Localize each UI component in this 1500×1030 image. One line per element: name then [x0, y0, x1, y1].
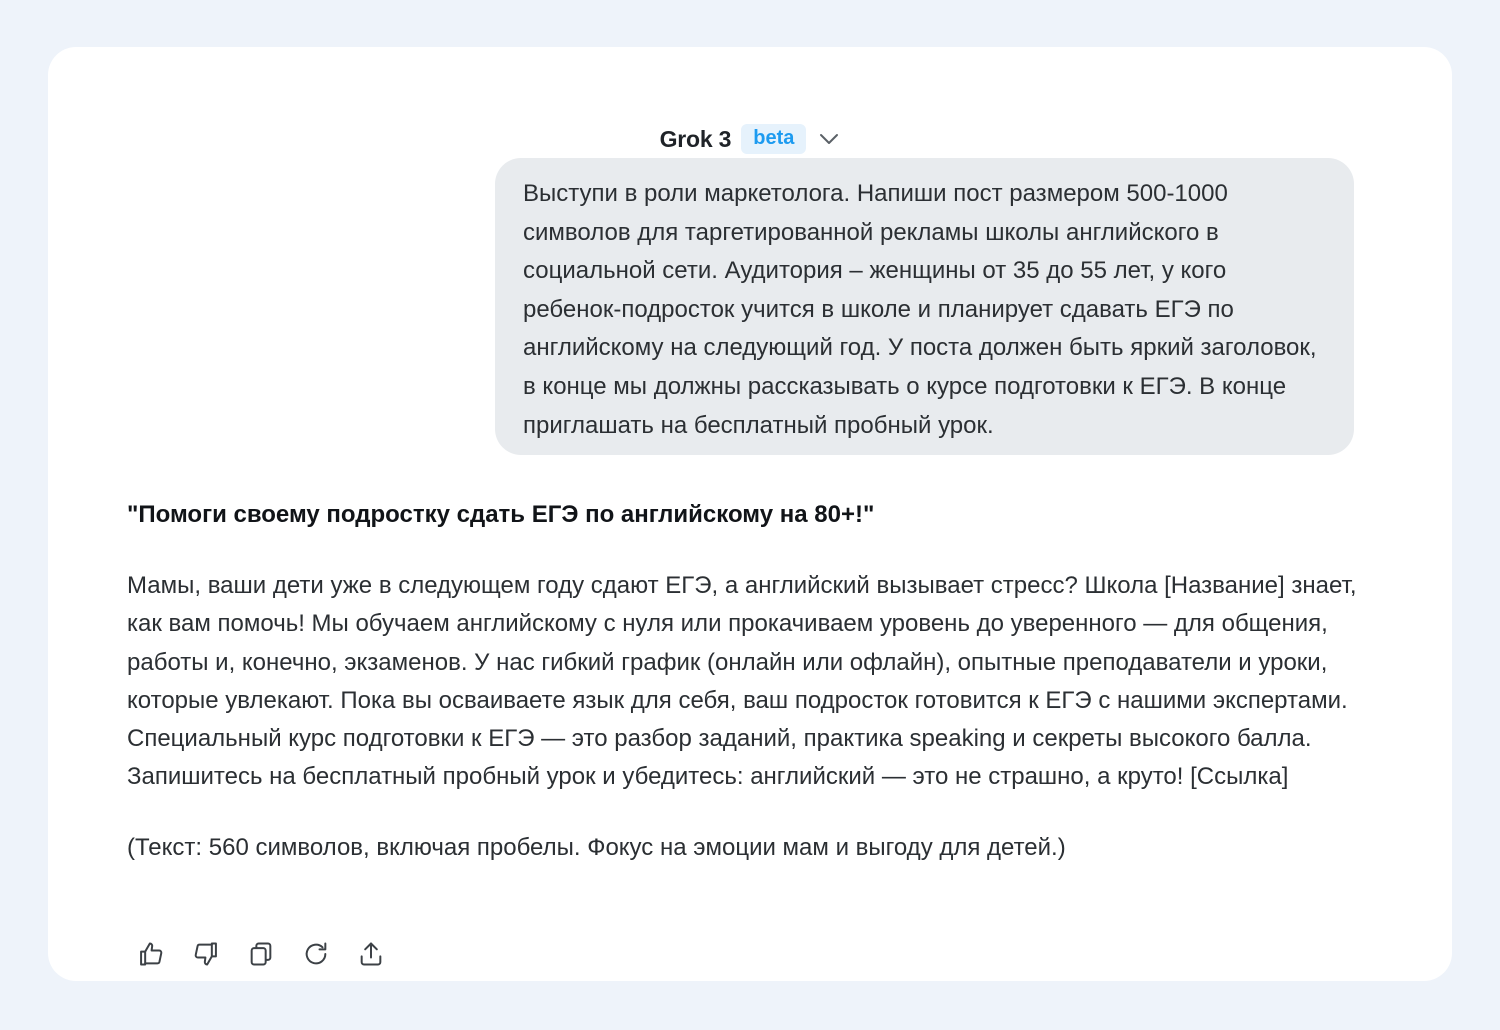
copy-icon[interactable] — [246, 939, 276, 969]
thumbs-up-icon[interactable] — [136, 939, 166, 969]
reply-title: "Помоги своему подростку сдать ЕГЭ по ан… — [127, 501, 875, 528]
reply-note: (Текст: 560 символов, включая пробелы. Ф… — [127, 833, 1066, 861]
chevron-down-icon[interactable] — [818, 128, 840, 150]
chat-window: Grok 3 beta Выступи в роли маркетолога. … — [48, 47, 1452, 981]
reply-body: Мамы, ваши дети уже в следующем году сда… — [127, 572, 1357, 791]
thumbs-down-icon[interactable] — [191, 939, 221, 969]
share-icon[interactable] — [356, 939, 386, 969]
page-background: Grok 3 beta Выступи в роли маркетолога. … — [0, 0, 1500, 1030]
model-selector[interactable]: Grok 3 beta — [48, 121, 1452, 157]
message-actions — [136, 939, 386, 969]
user-message-bubble: Выступи в роли маркетолога. Напиши пост … — [495, 158, 1354, 455]
regenerate-icon[interactable] — [301, 939, 331, 969]
beta-badge: beta — [741, 124, 807, 154]
user-message-text: Выступи в роли маркетолога. Напиши пост … — [523, 180, 1317, 439]
model-name: Grok 3 — [659, 125, 732, 152]
assistant-message: "Помоги своему подростку сдать ЕГЭ по ан… — [127, 495, 1367, 867]
